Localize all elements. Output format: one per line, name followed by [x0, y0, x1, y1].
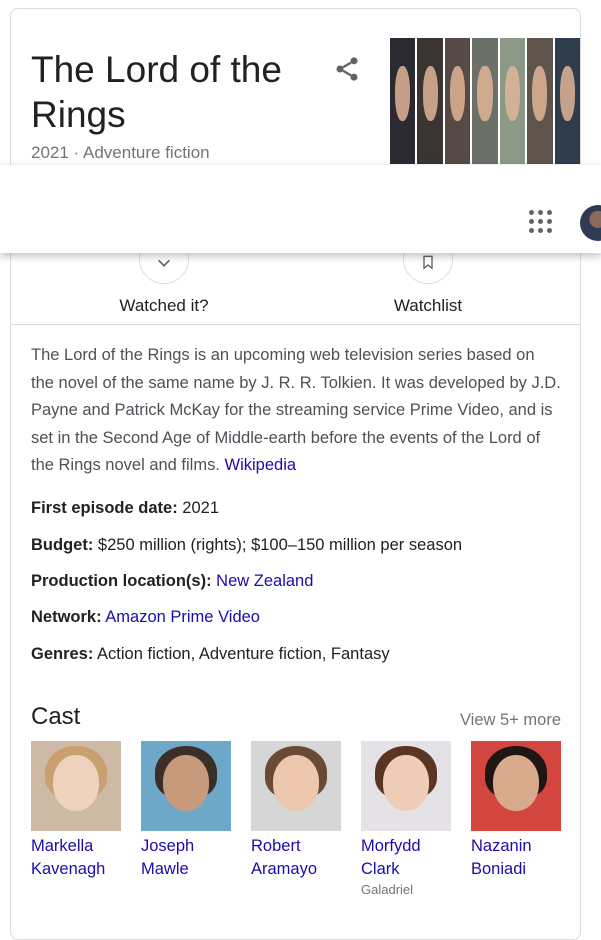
view-more-cast-link[interactable]: View 5+ more	[460, 711, 561, 730]
fact-budget: Budget: $250 million (rights); $100–150 …	[31, 536, 462, 555]
fact-genres: Genres: Action fiction, Adventure fictio…	[31, 645, 390, 664]
collage-panel	[390, 38, 418, 164]
cast-role: Galadriel	[361, 882, 414, 897]
fact-value: Action fiction, Adventure fiction, Fanta…	[97, 645, 390, 663]
description: The Lord of the Rings is an upcoming web…	[31, 342, 561, 480]
collage-panel	[417, 38, 445, 164]
cast-collage-image[interactable]	[390, 38, 580, 164]
new-zealand-link[interactable]: New Zealand	[216, 572, 313, 590]
apps-grid-icon[interactable]	[529, 210, 553, 234]
cast-card[interactable]: Robert Aramayo	[251, 741, 341, 881]
cast-name: Joseph Mawle	[141, 837, 195, 878]
fact-label: Production location(s):	[31, 572, 212, 590]
cast-name: Morfydd Clark	[361, 837, 421, 878]
cast-card[interactable]: Nazanin Boniadi	[471, 741, 561, 881]
collage-panel	[499, 38, 528, 164]
collage-panel	[472, 38, 500, 164]
cast-card[interactable]: Joseph Mawle	[141, 741, 231, 881]
cast-card[interactable]: Markella Kavenagh	[31, 741, 121, 881]
collage-panel	[554, 38, 580, 164]
cast-photo	[251, 741, 341, 831]
cast-card[interactable]: Morfydd Clark Galadriel	[361, 741, 451, 897]
fact-production-location: Production location(s): New Zealand	[31, 572, 313, 591]
fact-label: Network:	[31, 608, 102, 626]
collage-panel	[527, 38, 555, 164]
avatar[interactable]	[580, 205, 601, 241]
watchlist-label: Watchlist	[393, 296, 463, 315]
cast-heading: Cast	[31, 703, 81, 730]
fact-network: Network: Amazon Prime Video	[31, 608, 260, 627]
fact-value: 2021	[182, 499, 220, 517]
cast-name: Robert Aramayo	[251, 837, 318, 878]
bookmark-icon	[423, 255, 433, 270]
fact-value: $250 million (rights); $100–150 million …	[97, 536, 463, 554]
fact-label: Genres:	[31, 645, 94, 663]
check-icon	[158, 259, 170, 267]
page-subtitle: 2021 · Adventure fiction	[31, 143, 210, 162]
fact-label: First episode date:	[31, 499, 178, 517]
cast-photo	[141, 741, 231, 831]
description-text: The Lord of the Rings is an upcoming web…	[31, 346, 561, 474]
page-title: The Lord of the Rings	[31, 49, 282, 135]
sticky-header-bar	[0, 165, 601, 253]
amazon-prime-video-link[interactable]: Amazon Prime Video	[105, 608, 260, 626]
share-icon[interactable]	[333, 55, 361, 83]
fact-first-episode: First episode date: 2021	[31, 499, 219, 518]
collage-panel	[444, 38, 473, 164]
cast-photo	[361, 741, 451, 831]
cast-name: Nazanin Boniadi	[471, 837, 532, 878]
watched-it-label: Watched it?	[119, 296, 209, 315]
knowledge-panel: The Lord of the Rings 2021 · Adventure f…	[10, 8, 581, 940]
divider	[11, 324, 580, 325]
wikipedia-link[interactable]: Wikipedia	[225, 456, 297, 474]
cast-photo	[471, 741, 561, 831]
cast-photo	[31, 741, 121, 831]
cast-name: Markella Kavenagh	[31, 837, 106, 878]
fact-label: Budget:	[31, 536, 94, 554]
